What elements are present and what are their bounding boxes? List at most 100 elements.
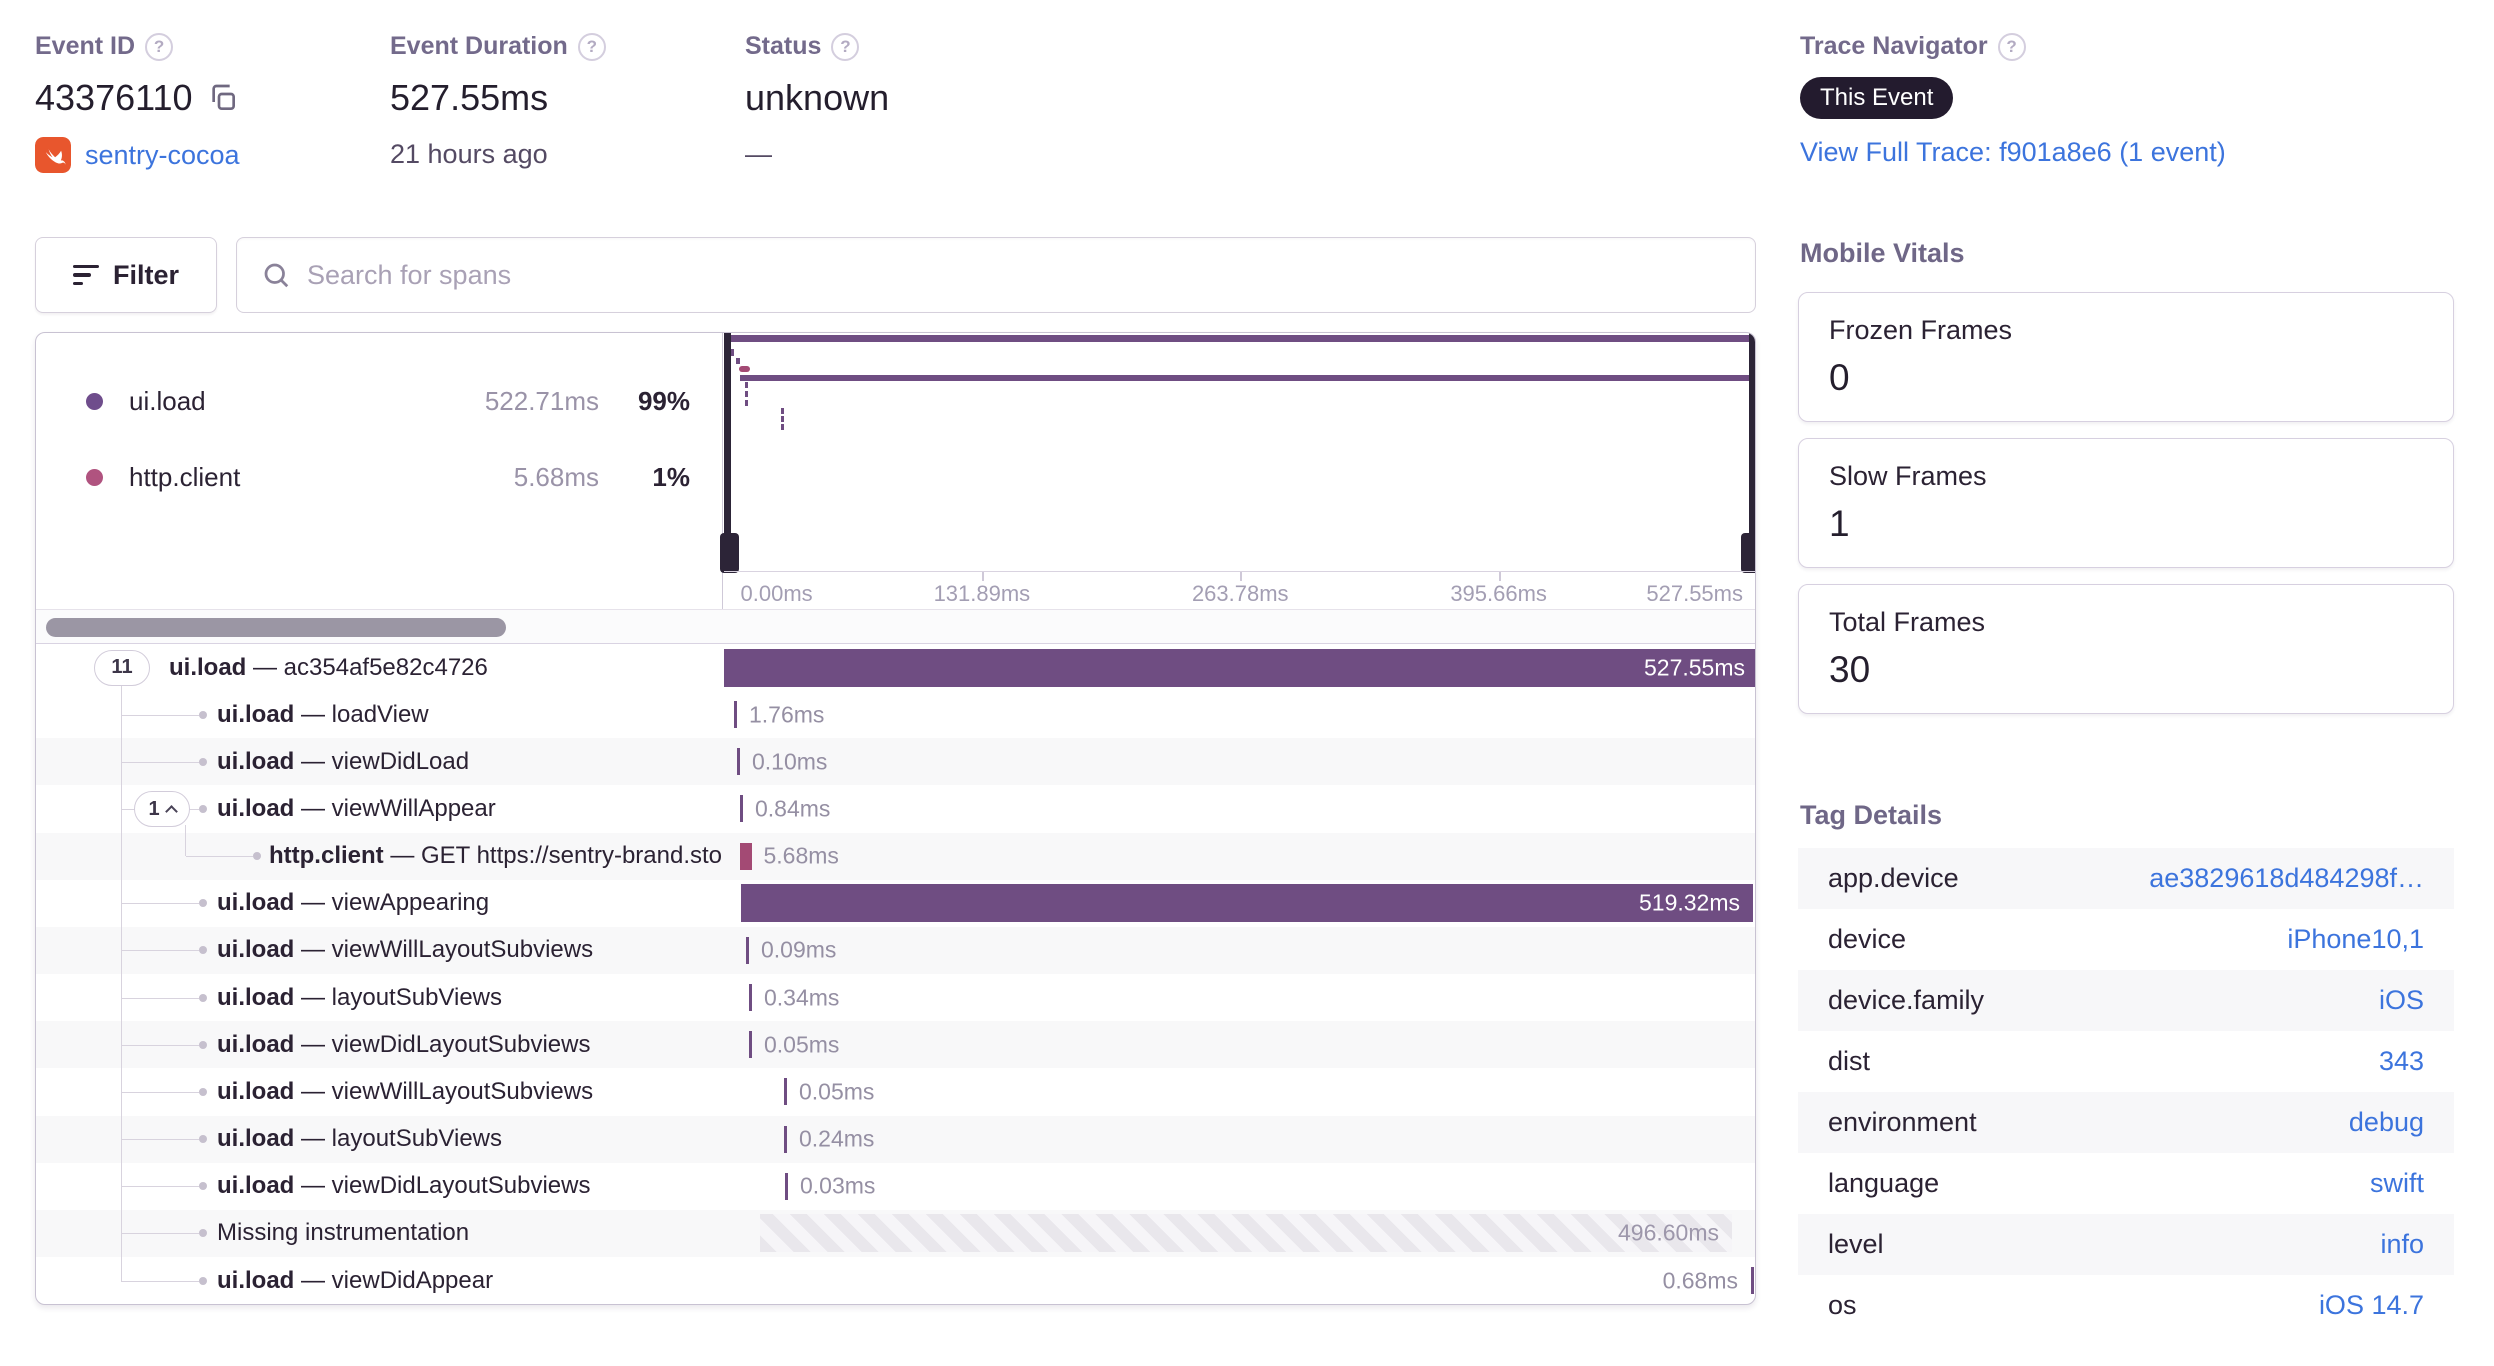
span-row[interactable]: ui.load — viewDidLoad 0.10ms: [36, 738, 1756, 786]
span-duration-bar[interactable]: [745, 936, 749, 964]
span-duration-label: 0.10ms: [752, 748, 828, 775]
minimap-left-handle[interactable]: [719, 533, 739, 573]
tree-connector: [121, 997, 199, 999]
event-id-label: Event ID: [35, 32, 136, 60]
span-duration-bar[interactable]: [748, 1031, 752, 1059]
tag-key: app.device: [1828, 863, 1959, 893]
vital-label: Total Frames: [1829, 607, 1986, 637]
span-duration-bar[interactable]: [736, 748, 740, 776]
span-duration-bar[interactable]: [733, 701, 737, 729]
span-children-count-badge[interactable]: 1: [134, 791, 190, 827]
span-bar-cell[interactable]: 496.60ms: [724, 1210, 1756, 1257]
tree-scrollbar-thumb[interactable]: [46, 618, 506, 637]
tag-value-link[interactable]: swift: [2370, 1168, 2424, 1199]
tag-value-link[interactable]: iPhone10,1: [2287, 924, 2424, 955]
span-row[interactable]: ui.load — loadView 1.76ms: [36, 691, 1755, 738]
span-duration-label: 0.84ms: [755, 795, 831, 822]
span-bar-cell[interactable]: 0.03ms: [724, 1163, 1756, 1210]
span-row[interactable]: ui.load — viewDidLayoutSubviews 0.05ms: [36, 1021, 1756, 1069]
span-duration-bar[interactable]: [784, 1172, 788, 1200]
tag-row: level info: [1798, 1214, 2454, 1275]
tag-key: level: [1828, 1229, 1884, 1259]
span-search[interactable]: [236, 237, 1756, 313]
span-label: ui.load — viewDidAppear: [217, 1266, 494, 1294]
span-bar-cell[interactable]: 0.05ms: [724, 1068, 1756, 1115]
tree-rail: [184, 825, 186, 857]
span-row[interactable]: ui.load — viewAppearing 519.32ms: [36, 880, 1755, 927]
span-duration-bar[interactable]: [748, 984, 752, 1012]
span-duration-label: 0.03ms: [800, 1172, 876, 1199]
span-bar-cell[interactable]: 519.32ms: [724, 880, 1756, 927]
span-row[interactable]: ui.load — viewWillLayoutSubviews 0.05ms: [36, 1068, 1755, 1115]
span-row[interactable]: ui.load — layoutSubViews 0.34ms: [36, 974, 1755, 1021]
tag-key: device.family: [1828, 985, 1985, 1015]
span-duration-bar[interactable]: [1750, 1266, 1754, 1294]
span-duration-bar[interactable]: [739, 795, 743, 823]
span-row[interactable]: http.client — GET https://sentry-brand.s…: [36, 832, 1756, 880]
span-duration-bar[interactable]: [783, 1078, 787, 1106]
tree-connector-dot: [199, 1182, 207, 1191]
help-icon[interactable]: ?: [577, 32, 606, 61]
tag-row: dist 343: [1798, 1031, 2454, 1092]
span-row[interactable]: ui.load — viewWillLayoutSubviews 0.09ms: [36, 926, 1756, 975]
legend-row: http.client 5.68ms 1%: [36, 449, 722, 505]
span-bar-cell[interactable]: 0.84ms: [724, 785, 1756, 832]
span-label: ui.load — loadView: [217, 700, 429, 728]
span-bar-cell[interactable]: 0.34ms: [724, 974, 1756, 1021]
span-label: http.client — GET https://sentry-brand.s…: [269, 842, 722, 870]
span-row[interactable]: Missing instrumentation 496.60ms: [36, 1209, 1756, 1257]
axis-tickmark: [981, 572, 984, 581]
trace-minimap[interactable]: [719, 333, 1755, 573]
vital-label: Frozen Frames: [1829, 315, 2013, 345]
span-row[interactable]: ui.load — viewDidLayoutSubviews 0.03ms: [36, 1163, 1755, 1210]
span-bar-cell[interactable]: 0.09ms: [724, 927, 1756, 974]
span-duration-label: 0.68ms: [1662, 1267, 1738, 1293]
span-duration-label: 0.05ms: [799, 1078, 875, 1105]
span-bar-cell[interactable]: 0.68ms: [724, 1257, 1756, 1304]
event-duration-ago: 21 hours ago: [390, 139, 548, 169]
trace-navigator-label: Trace Navigator: [1800, 32, 1988, 60]
tag-value-link[interactable]: ae3829618d484298f…: [2149, 863, 2424, 894]
vital-card: Total Frames 30: [1798, 584, 2454, 714]
minimap-right-edge: [1749, 333, 1755, 539]
help-icon[interactable]: ?: [831, 32, 860, 61]
tag-value-link[interactable]: iOS 14.7: [2319, 1290, 2424, 1321]
span-duration-bar[interactable]: [783, 1125, 787, 1153]
span-row[interactable]: 11 ui.load — ac354af5e82c4726 527.55ms: [36, 644, 1755, 691]
tag-value-link[interactable]: 343: [2379, 1046, 2424, 1077]
span-row[interactable]: ui.load — layoutSubViews 0.24ms: [36, 1115, 1756, 1163]
span-duration-bar[interactable]: [740, 884, 1753, 923]
span-bar-cell[interactable]: 5.68ms: [724, 833, 1756, 880]
tag-value-link[interactable]: iOS: [2379, 985, 2424, 1016]
span-duration-bar[interactable]: [723, 648, 1755, 687]
span-children-count-badge[interactable]: 11: [94, 649, 150, 686]
help-icon[interactable]: ?: [145, 32, 174, 61]
filter-button-label: Filter: [112, 259, 179, 290]
copy-icon[interactable]: [207, 82, 239, 114]
span-duration-bar[interactable]: [759, 1214, 1732, 1253]
help-icon[interactable]: ?: [1997, 32, 2026, 61]
span-bar-cell[interactable]: 527.55ms: [723, 644, 1755, 691]
tag-value-link[interactable]: info: [2380, 1229, 2424, 1260]
span-duration-bar[interactable]: [739, 842, 752, 870]
span-duration-label: 0.34ms: [764, 984, 840, 1011]
op-duration: 522.71ms: [484, 385, 599, 416]
span-bar-cell[interactable]: 0.24ms: [724, 1116, 1756, 1163]
tag-key: environment: [1828, 1107, 1977, 1137]
span-row[interactable]: ui.load — viewDidAppear 0.68ms: [36, 1257, 1755, 1304]
tree-connector-dot: [199, 757, 207, 766]
minimap-right-handle[interactable]: [1741, 533, 1755, 573]
op-color-dot: [86, 468, 103, 486]
project-link[interactable]: sentry-cocoa: [85, 140, 240, 171]
tag-row: environment debug: [1798, 1092, 2454, 1153]
span-bar-cell[interactable]: 0.05ms: [724, 1021, 1756, 1068]
filter-button[interactable]: Filter: [35, 237, 217, 313]
span-bar-cell[interactable]: 0.10ms: [724, 738, 1756, 785]
span-row[interactable]: 1 ui.load — viewWillAppear 0.84ms: [36, 785, 1755, 832]
span-label: ui.load — ac354af5e82c4726: [169, 653, 488, 681]
tag-value-link[interactable]: debug: [2349, 1107, 2424, 1138]
span-bar-cell[interactable]: 1.76ms: [724, 691, 1756, 738]
view-full-trace-link[interactable]: View Full Trace: f901a8e6 (1 event): [1800, 137, 2226, 167]
search-input[interactable]: [307, 259, 1731, 291]
vital-card: Frozen Frames 0: [1798, 292, 2454, 422]
